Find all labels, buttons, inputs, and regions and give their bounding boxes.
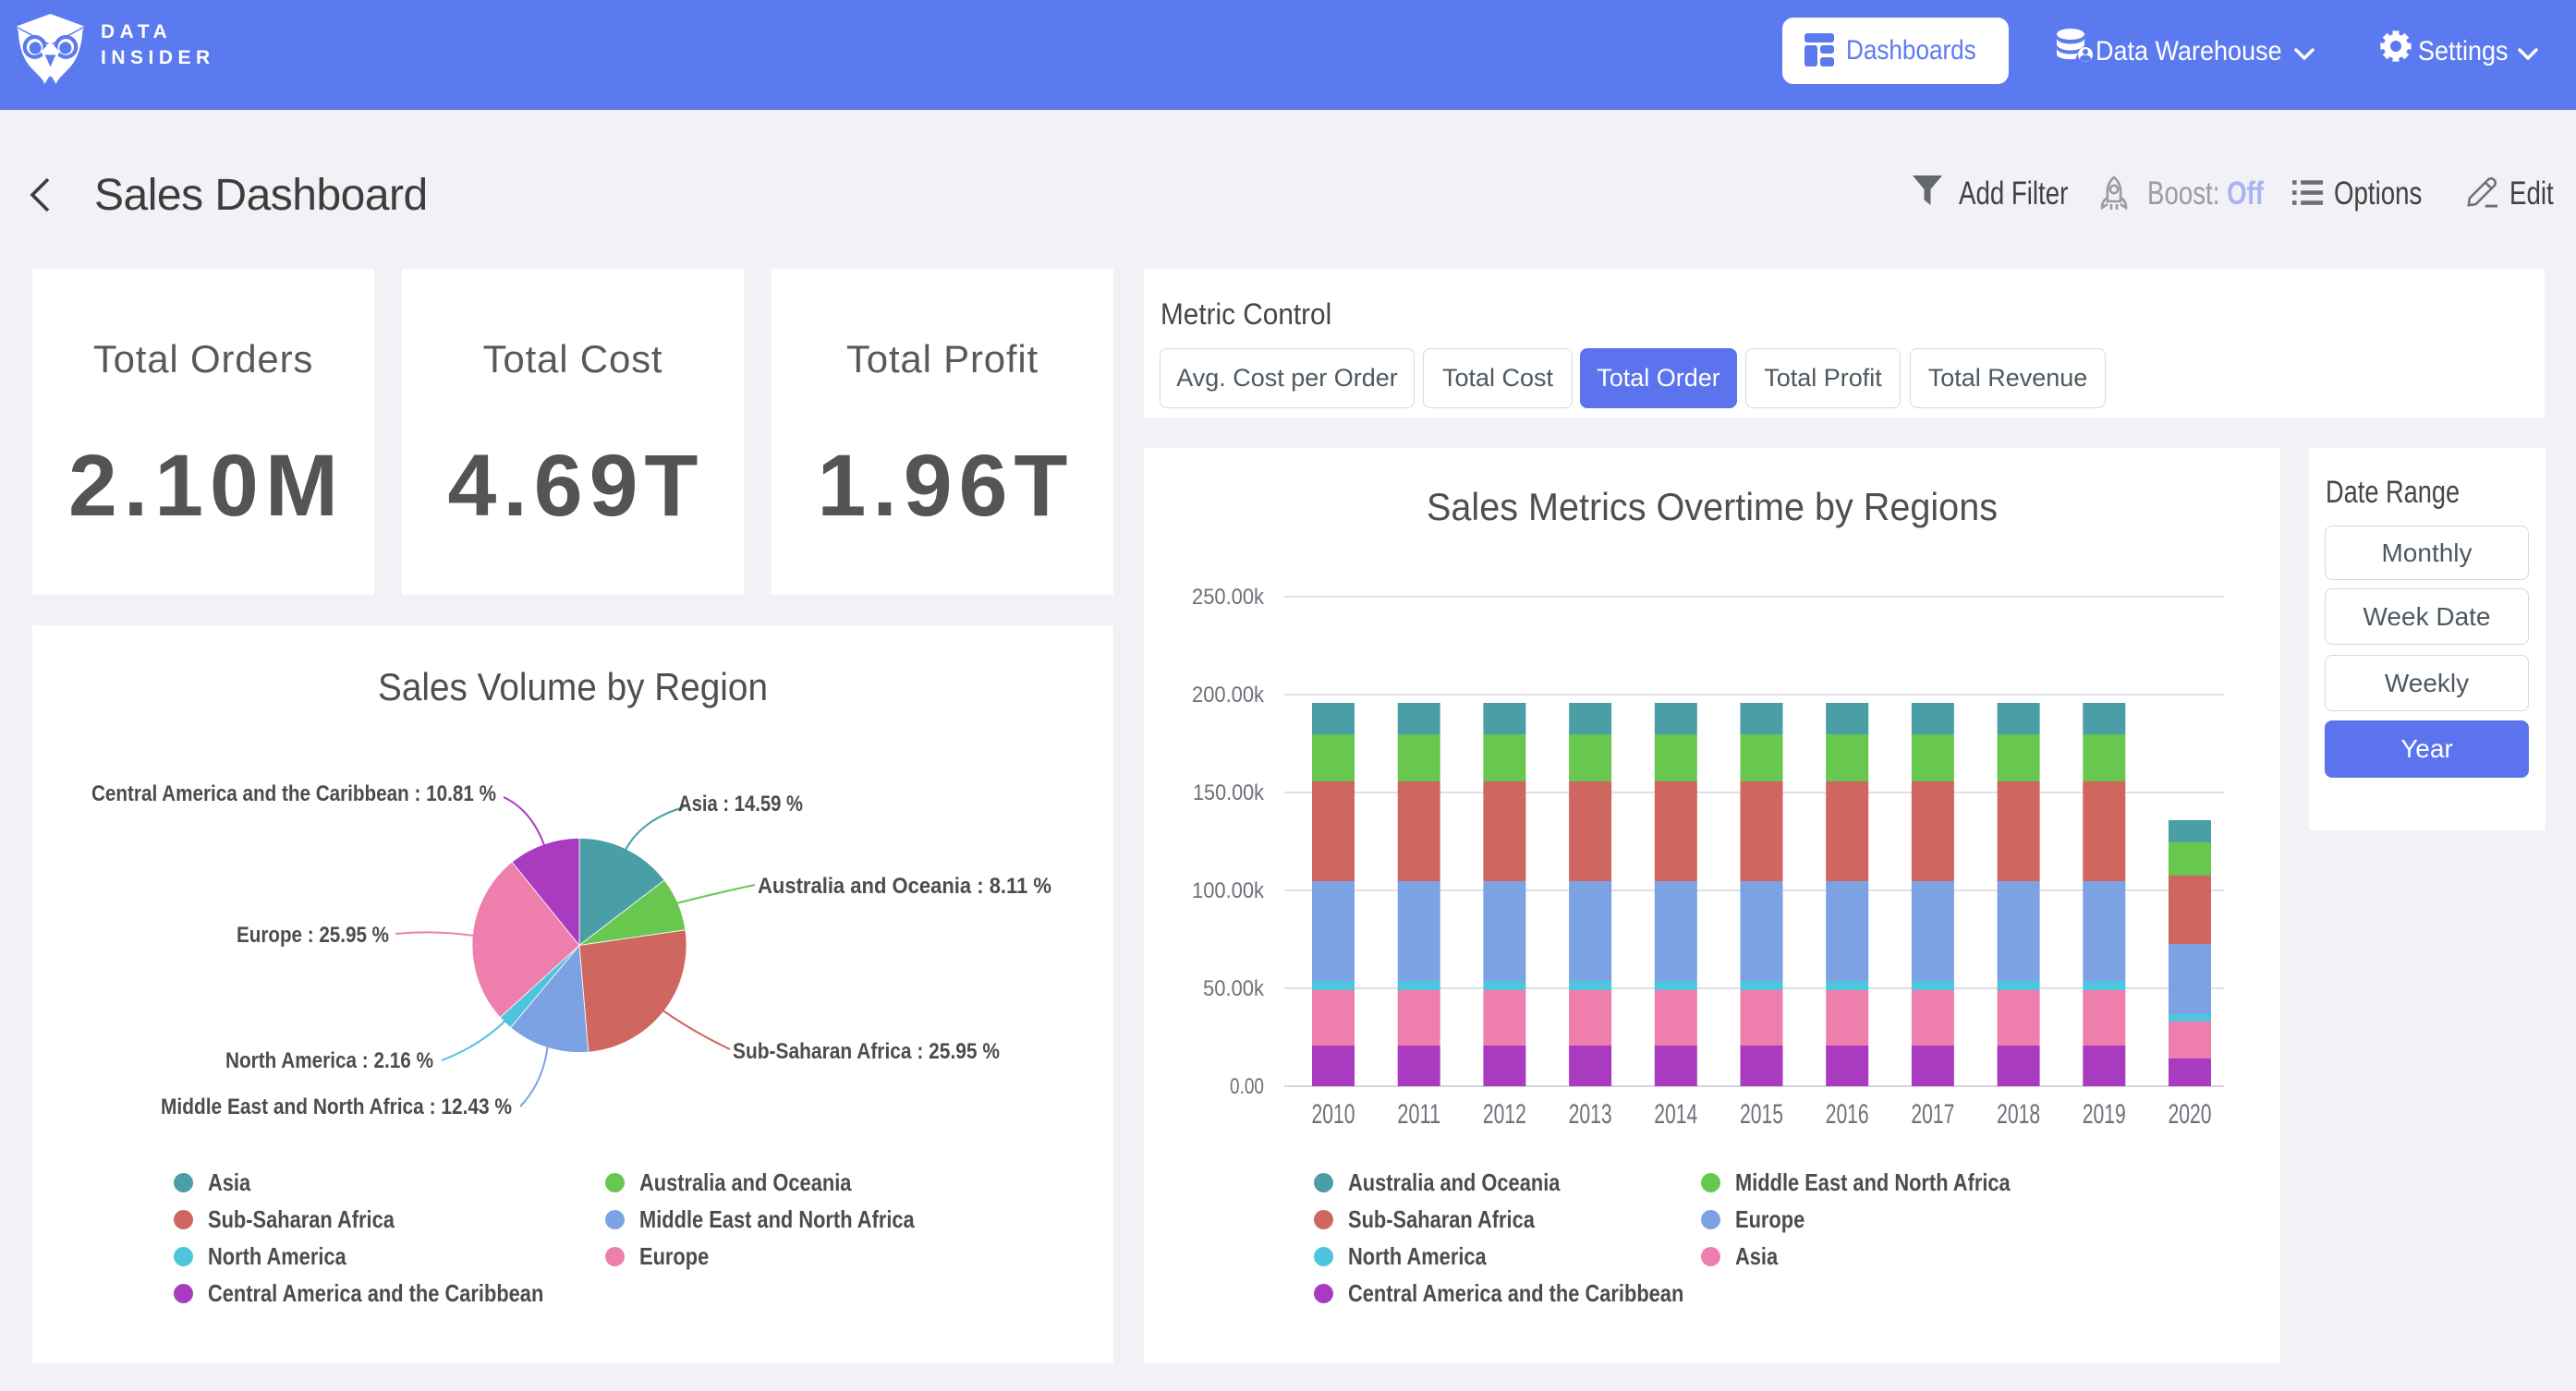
svg-text:2018: 2018 — [1997, 1099, 2040, 1130]
svg-text:100.00k: 100.00k — [1192, 878, 1265, 903]
svg-text:2016: 2016 — [1826, 1099, 1869, 1130]
svg-text:2013: 2013 — [1569, 1099, 1612, 1130]
svg-text:50.00k: 50.00k — [1203, 976, 1265, 1001]
svg-text:Sales Volume by Region: Sales Volume by Region — [378, 665, 768, 708]
svg-text:Europe : 25.95 %: Europe : 25.95 % — [237, 923, 389, 948]
svg-text:Central America and the Caribb: Central America and the Caribbean : 10.8… — [91, 781, 496, 806]
svg-text:Sub-Saharan Africa : 25.95 %: Sub-Saharan Africa : 25.95 % — [733, 1039, 1000, 1064]
svg-text:Sales Metrics Overtime by Regi: Sales Metrics Overtime by Regions — [1427, 485, 1998, 528]
svg-text:Asia : 14.59 %: Asia : 14.59 % — [678, 792, 803, 816]
svg-text:2011: 2011 — [1397, 1099, 1440, 1130]
svg-text:2014: 2014 — [1654, 1099, 1697, 1130]
svg-text:Middle East and North Africa :: Middle East and North Africa : 12.43 % — [161, 1095, 512, 1119]
svg-text:2020: 2020 — [2169, 1099, 2212, 1130]
svg-text:200.00k: 200.00k — [1192, 683, 1265, 708]
svg-text:150.00k: 150.00k — [1193, 780, 1265, 805]
svg-text:250.00k: 250.00k — [1192, 585, 1265, 610]
svg-text:North America : 2.16 %: North America : 2.16 % — [225, 1048, 433, 1073]
svg-text:2015: 2015 — [1740, 1099, 1783, 1130]
svg-text:2010: 2010 — [1312, 1099, 1355, 1130]
svg-text:2019: 2019 — [2083, 1099, 2126, 1130]
svg-text:2012: 2012 — [1483, 1099, 1526, 1130]
svg-text:2017: 2017 — [1911, 1099, 1954, 1130]
svg-text:0.00: 0.00 — [1230, 1074, 1264, 1099]
svg-text:Australia and Oceania : 8.11 %: Australia and Oceania : 8.11 % — [758, 874, 1051, 899]
